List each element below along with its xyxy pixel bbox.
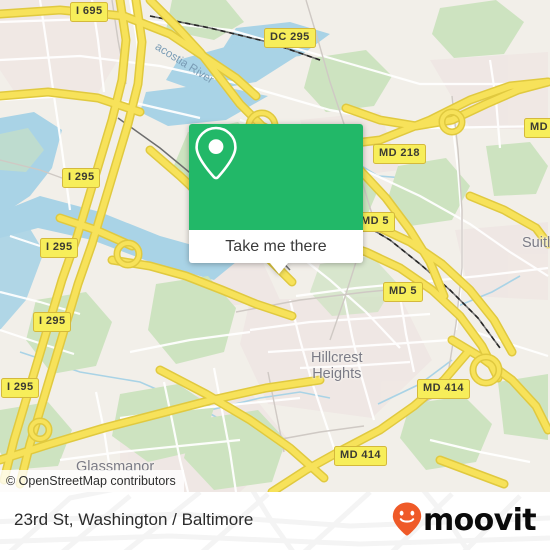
road-shield-i295-3: I 295 [33, 312, 72, 332]
road-shield-dc295: DC 295 [264, 28, 316, 48]
road-shield-md-edge: MD [524, 118, 550, 138]
road-shield-i695: I 695 [70, 2, 109, 22]
road-shield-md414-1: MD 414 [417, 379, 470, 399]
road-shield-md218: MD 218 [373, 144, 426, 164]
map-attribution[interactable]: © OpenStreetMap contributors [0, 470, 184, 492]
road-shield-md5-2: MD 5 [383, 282, 423, 302]
map-screen: acostia River Hillcrest Heights Glassman… [0, 0, 550, 550]
road-shield-i295-4: I 295 [1, 378, 40, 398]
footer-bar: 23rd St, Washington / Baltimore moovit [0, 492, 550, 550]
attribution-text: © OpenStreetMap contributors [6, 474, 176, 488]
moovit-wordmark: moovit [422, 503, 537, 538]
callout-image-panel [189, 124, 363, 230]
take-me-there-label: Take me there [225, 237, 327, 255]
moovit-smiley-pin-icon [392, 502, 422, 541]
take-me-there-callout[interactable]: Take me there [189, 124, 363, 274]
take-me-there-button[interactable]: Take me there [189, 230, 363, 263]
road-shield-md414-2: MD 414 [334, 446, 387, 466]
moovit-brand[interactable]: moovit [392, 502, 537, 538]
page-title: 23rd St, Washington / Baltimore [14, 510, 254, 529]
callout-tail-pointer [270, 263, 288, 274]
map-canvas[interactable]: acostia River Hillcrest Heights Glassman… [0, 0, 550, 492]
road-shield-i295-1: I 295 [62, 168, 101, 188]
road-shield-i295-2: I 295 [40, 238, 79, 258]
